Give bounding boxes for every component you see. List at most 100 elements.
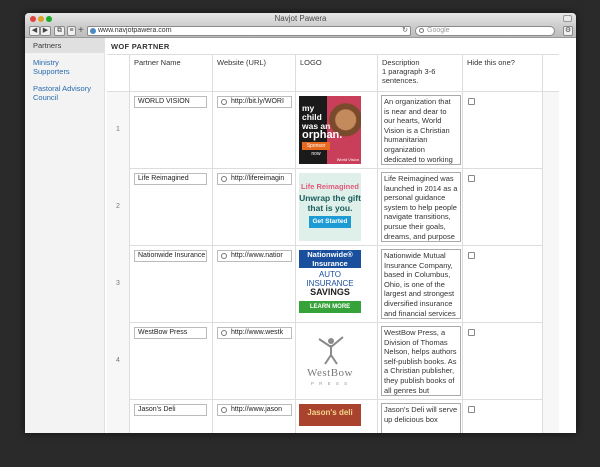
world-vision-logo[interactable]: my child was an orphan. Sponsor now Worl…	[299, 96, 361, 164]
hide-cell	[462, 169, 542, 246]
description-textarea[interactable]: Nationwide Mutual Insurance Company, bas…	[381, 249, 461, 319]
website-value: http://www.natior	[231, 252, 283, 259]
description-textarea[interactable]: An organization that is near and dear to…	[381, 95, 461, 165]
hide-cell	[462, 400, 542, 433]
logo-cell: Life Reimagined Unwrap the gift that is …	[295, 169, 377, 246]
website-value: http://www.westk	[231, 329, 284, 336]
logo-cell: WestBow P R E S S	[295, 323, 377, 400]
search-input[interactable]: Google	[415, 26, 555, 36]
logo-cell: Nationwide® Insurance AUTO INSURANCE SAV…	[295, 246, 377, 323]
website-cell: http://www.natior	[212, 246, 295, 323]
name-cell: WestBow Press	[129, 323, 212, 400]
header-hide: Hide this one?	[462, 55, 542, 93]
jasons-deli-logo[interactable]: Jason's deli	[299, 404, 361, 426]
partner-name-input[interactable]: Jason's Deli	[134, 404, 207, 416]
search-placeholder: Google	[427, 27, 450, 34]
website-cell: http://www.westk	[212, 323, 295, 400]
hide-checkbox[interactable]	[468, 252, 475, 259]
logo-button: Get Started	[309, 216, 351, 228]
description-cell: Jason's Deli will serve up delicious box	[377, 400, 462, 433]
header-website: Website (URL)	[212, 55, 295, 93]
row-gutter	[542, 92, 559, 169]
name-cell: WORLD VISION	[129, 92, 212, 169]
logo-brand-sub: Insurance	[312, 258, 348, 268]
title-bar: Navjot Pawera	[25, 13, 576, 25]
globe-icon	[90, 28, 96, 34]
logo-sub: P R E S S	[310, 381, 350, 386]
logo-cell: my child was an orphan. Sponsor now Worl…	[295, 92, 377, 169]
menu-icon[interactable]: ≡	[67, 26, 76, 36]
hide-checkbox[interactable]	[468, 98, 475, 105]
window-title: Navjot Pawera	[274, 14, 327, 23]
forward-button[interactable]: ▶	[40, 26, 51, 36]
row-index-cell: 2	[107, 169, 129, 246]
description-textarea[interactable]: Life Reimagined was launched in 2014 as …	[381, 172, 461, 242]
hide-checkbox[interactable]	[468, 329, 475, 336]
hide-checkbox[interactable]	[468, 406, 475, 413]
website-input[interactable]: http://lifereimagin	[217, 173, 292, 185]
row-index: 4	[116, 357, 120, 364]
row-index: 3	[116, 280, 120, 287]
website-cell: http://bit.ly/WORI	[212, 92, 295, 169]
logo-tagline: my child was an orphan.	[302, 104, 342, 141]
add-bookmark-button[interactable]: +	[78, 25, 84, 36]
hide-cell	[462, 246, 542, 323]
row-index-cell: 3	[107, 246, 129, 323]
logo-tagline: Unwrap the gift that is you.	[299, 193, 361, 213]
back-button[interactable]: ◀	[29, 26, 40, 36]
header-index	[107, 55, 129, 93]
website-input[interactable]: http://bit.ly/WORI	[217, 96, 292, 108]
table-row: 3 Nationwide Insurance http://www.natior…	[107, 246, 559, 323]
section-title: WOF PARTNER	[111, 42, 170, 51]
description-cell: An organization that is near and dear to…	[377, 92, 462, 169]
row-index-cell: 1	[107, 92, 129, 169]
link-icon	[221, 176, 227, 182]
row-gutter	[542, 400, 559, 433]
partner-name-input[interactable]: Life Reimagined	[134, 173, 207, 185]
hide-cell	[462, 92, 542, 169]
website-value: http://www.jason	[231, 406, 282, 413]
row-index: 1	[116, 126, 120, 133]
hide-checkbox[interactable]	[468, 175, 475, 182]
website-input[interactable]: http://www.natior	[217, 250, 292, 262]
fullscreen-button[interactable]	[563, 15, 572, 22]
row-gutter	[542, 323, 559, 400]
logo-title: Life Reimagined	[301, 182, 359, 191]
address-bar[interactable]: www.navjotpawera.com ↻	[87, 26, 411, 36]
logo-button: LEARN MORE	[299, 301, 361, 313]
sidebar-item-pastoral-advisory-council[interactable]: Pastoral Advisory Council	[25, 81, 104, 105]
table-row: 2 Life Reimagined http://lifereimagin Li…	[107, 169, 559, 246]
nationwide-logo[interactable]: Nationwide® Insurance AUTO INSURANCE SAV…	[299, 250, 361, 318]
website-input[interactable]: http://www.westk	[217, 327, 292, 339]
logo-name: WestBow	[306, 367, 353, 379]
logo-cell: Jason's deli	[295, 400, 377, 433]
description-textarea[interactable]: Jason's Deli will serve up delicious box	[381, 403, 461, 433]
life-reimagined-logo[interactable]: Life Reimagined Unwrap the gift that is …	[299, 173, 361, 241]
westbow-logo[interactable]: WestBow P R E S S	[299, 327, 361, 395]
link-icon	[221, 407, 227, 413]
url-text: www.navjotpawera.com	[98, 27, 172, 34]
row-index-cell: 5	[107, 400, 129, 433]
description-textarea[interactable]: WestBow Press, a Division of Thomas Nels…	[381, 326, 461, 396]
sidebar-item-partners[interactable]: Partners	[25, 38, 104, 53]
partner-name-input[interactable]: WORLD VISION	[134, 96, 207, 108]
website-input[interactable]: http://www.jason	[217, 404, 292, 416]
browser-toolbar: ◀ ▶ ⧉ ≡ + www.navjotpawera.com ↻ Google …	[25, 25, 576, 38]
sidebar-item-ministry-supporters[interactable]: Ministry Supporters	[25, 55, 104, 79]
reload-icon[interactable]: ↻	[402, 27, 408, 35]
name-cell: Nationwide Insurance	[129, 246, 212, 323]
partner-name-input[interactable]: WestBow Press	[134, 327, 207, 339]
logo-line: SAVINGS	[310, 287, 350, 297]
header-description: Description 1 paragraph 3-6 sentences.	[377, 55, 462, 93]
description-cell: WestBow Press, a Division of Thomas Nels…	[377, 323, 462, 400]
logo-brand: World Vision	[336, 157, 359, 162]
partner-name-input[interactable]: Nationwide Insurance	[134, 250, 207, 262]
share-icon[interactable]: ⧉	[54, 26, 65, 36]
logo-button: Sponsor now	[302, 142, 330, 157]
gear-icon[interactable]: ⚙	[563, 26, 573, 36]
description-cell: Life Reimagined was launched in 2014 as …	[377, 169, 462, 246]
browser-window: Navjot Pawera ◀ ▶ ⧉ ≡ + www.navjotpawera…	[25, 13, 576, 433]
hide-cell	[462, 323, 542, 400]
name-cell: Jason's Deli	[129, 400, 212, 433]
table-row: 1 WORLD VISION http://bit.ly/WORI my chi…	[107, 92, 559, 169]
